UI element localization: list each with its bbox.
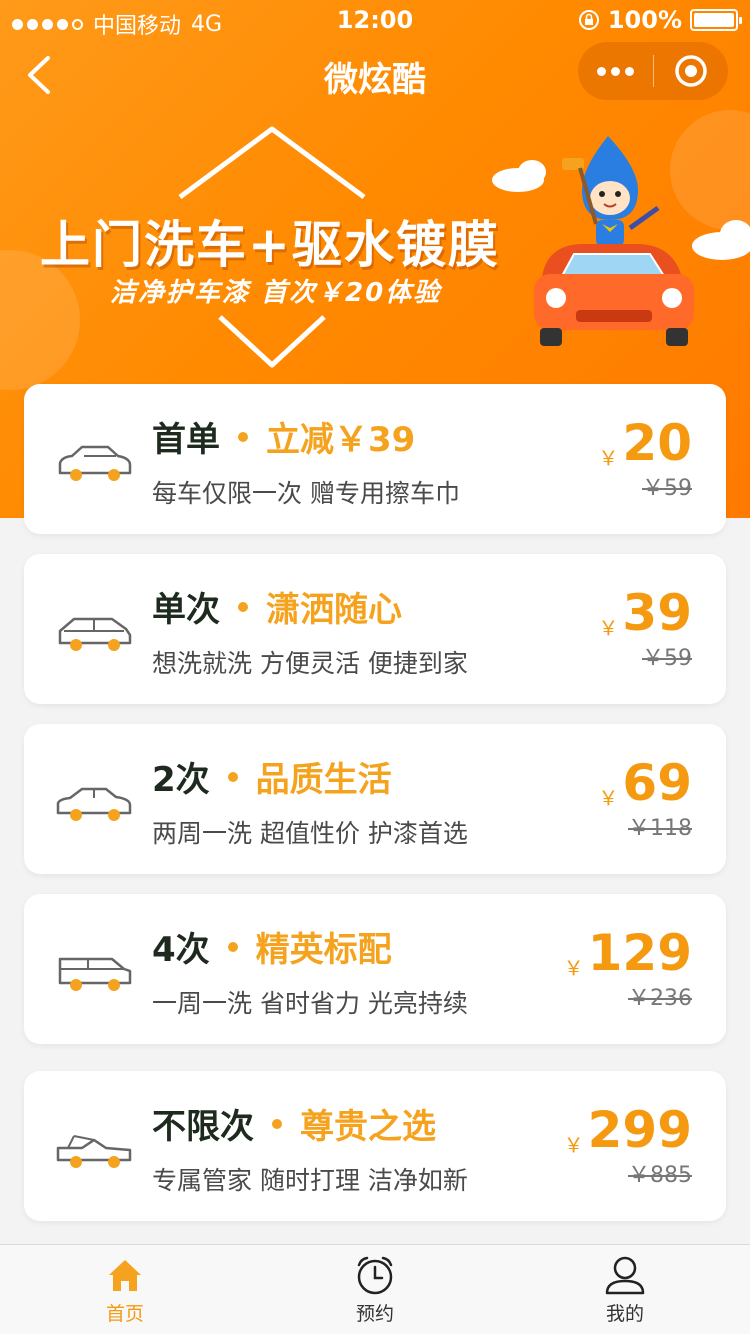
price-value: 129 bbox=[587, 924, 692, 982]
suv-icon bbox=[58, 957, 132, 991]
plan-description: 每车仅限一次 赠专用擦车巾 bbox=[152, 479, 460, 508]
plan-name: 单次 bbox=[152, 590, 220, 630]
mini-program-capsule bbox=[578, 42, 728, 100]
price-value: 39 bbox=[622, 584, 692, 642]
status-bar: 中国移动 4G 12:00 100% bbox=[0, 0, 750, 40]
plan-price: ￥69 bbox=[598, 758, 692, 810]
plan-description: 两周一洗 超值性价 护漆首选 bbox=[152, 819, 468, 848]
battery-percent: 100% bbox=[607, 6, 682, 34]
price-currency: ￥ bbox=[598, 446, 619, 470]
price-value: 69 bbox=[622, 754, 692, 812]
plan-price: ￥129 bbox=[563, 928, 692, 980]
tab-bar: 首页 预约 我的 bbox=[0, 1244, 750, 1334]
battery-icon bbox=[690, 9, 742, 31]
plan-title: 4次 精英标配 bbox=[152, 922, 392, 971]
plan-name: 不限次 bbox=[152, 1107, 254, 1147]
original-price: ￥236 bbox=[628, 986, 692, 1011]
banner-title: 上门洗车+驱水镀膜 bbox=[40, 216, 500, 274]
hatchback-icon bbox=[58, 617, 132, 651]
plan-tag: 立减￥39 bbox=[266, 420, 416, 460]
tab-booking[interactable]: 预约 bbox=[250, 1245, 500, 1334]
plan-description: 专属管家 随时打理 洁净如新 bbox=[152, 1166, 468, 1195]
banner-subtitle: 洁净护车漆 首次￥20体验 bbox=[110, 278, 442, 308]
plan-tag: 尊贵之选 bbox=[300, 1107, 436, 1147]
user-icon bbox=[605, 1256, 645, 1295]
plan-title: 2次 品质生活 bbox=[152, 752, 392, 801]
original-price: ￥885 bbox=[628, 1163, 692, 1188]
price-value: 299 bbox=[587, 1101, 692, 1159]
target-circle-icon[interactable] bbox=[654, 54, 729, 88]
original-price: ￥59 bbox=[642, 646, 692, 671]
tab-home-label: 首页 bbox=[105, 1303, 144, 1325]
plan-name: 首单 bbox=[152, 420, 220, 460]
plan-description: 想洗就洗 方便灵活 便捷到家 bbox=[152, 649, 468, 678]
plan-bullet bbox=[227, 941, 238, 952]
original-price: ￥118 bbox=[628, 816, 692, 841]
original-price: ￥59 bbox=[642, 476, 692, 501]
price-currency: ￥ bbox=[563, 1133, 584, 1157]
plan-name: 4次 bbox=[152, 930, 210, 970]
plan-title: 不限次 尊贵之选 bbox=[152, 1099, 436, 1148]
plan-card[interactable]: 单次 潇洒随心想洗就洗 方便灵活 便捷到家 ￥39 ￥59 bbox=[24, 554, 726, 704]
plan-bullet bbox=[238, 601, 248, 612]
plan-bullet bbox=[272, 1118, 282, 1129]
navigation-bar: 微炫酷 bbox=[0, 40, 750, 110]
plan-card[interactable]: 2次 品质生活两周一洗 超值性价 护漆首选 ￥69 ￥118 bbox=[24, 724, 726, 874]
plan-title: 首单 立减￥39 bbox=[152, 412, 415, 461]
plan-tag: 品质生活 bbox=[255, 760, 392, 800]
home-icon bbox=[109, 1260, 141, 1291]
plan-bullet bbox=[238, 431, 248, 442]
orientation-lock-icon bbox=[578, 10, 599, 30]
price-currency: ￥ bbox=[598, 786, 619, 810]
plan-price: ￥39 bbox=[598, 588, 692, 640]
plan-title: 单次 潇洒随心 bbox=[152, 582, 402, 631]
plan-tag: 潇洒随心 bbox=[266, 590, 402, 630]
plan-tag: 精英标配 bbox=[255, 930, 392, 970]
coupe-icon bbox=[56, 787, 132, 821]
plan-name: 2次 bbox=[152, 760, 210, 800]
sedan-icon bbox=[58, 445, 132, 481]
alarm-clock-icon bbox=[357, 1256, 393, 1295]
tab-booking-label: 预约 bbox=[355, 1303, 394, 1325]
plan-bullet bbox=[227, 771, 238, 782]
plan-card[interactable]: 4次 精英标配一周一洗 省时省力 光亮持续 ￥129 ￥236 bbox=[24, 894, 726, 1044]
plan-price: ￥299 bbox=[563, 1105, 692, 1157]
plan-price: ￥20 bbox=[598, 418, 692, 470]
tab-profile-label: 我的 bbox=[605, 1303, 644, 1325]
tab-home[interactable]: 首页 bbox=[0, 1245, 250, 1334]
more-dots-icon[interactable] bbox=[578, 66, 653, 76]
plan-card[interactable]: 首单 立减￥39 每车仅限一次 赠专用擦车巾 ￥20 ￥59 bbox=[24, 384, 726, 534]
convertible-icon bbox=[56, 1135, 132, 1168]
price-currency: ￥ bbox=[598, 616, 619, 640]
plan-card[interactable]: 不限次 尊贵之选专属管家 随时打理 洁净如新 ￥299 ￥885 bbox=[24, 1071, 726, 1221]
price-value: 20 bbox=[622, 414, 692, 472]
mascot-car-illustration bbox=[492, 136, 750, 346]
price-currency: ￥ bbox=[563, 956, 584, 980]
plan-description: 一周一洗 省时省力 光亮持续 bbox=[152, 989, 468, 1018]
tab-profile[interactable]: 我的 bbox=[500, 1245, 750, 1334]
